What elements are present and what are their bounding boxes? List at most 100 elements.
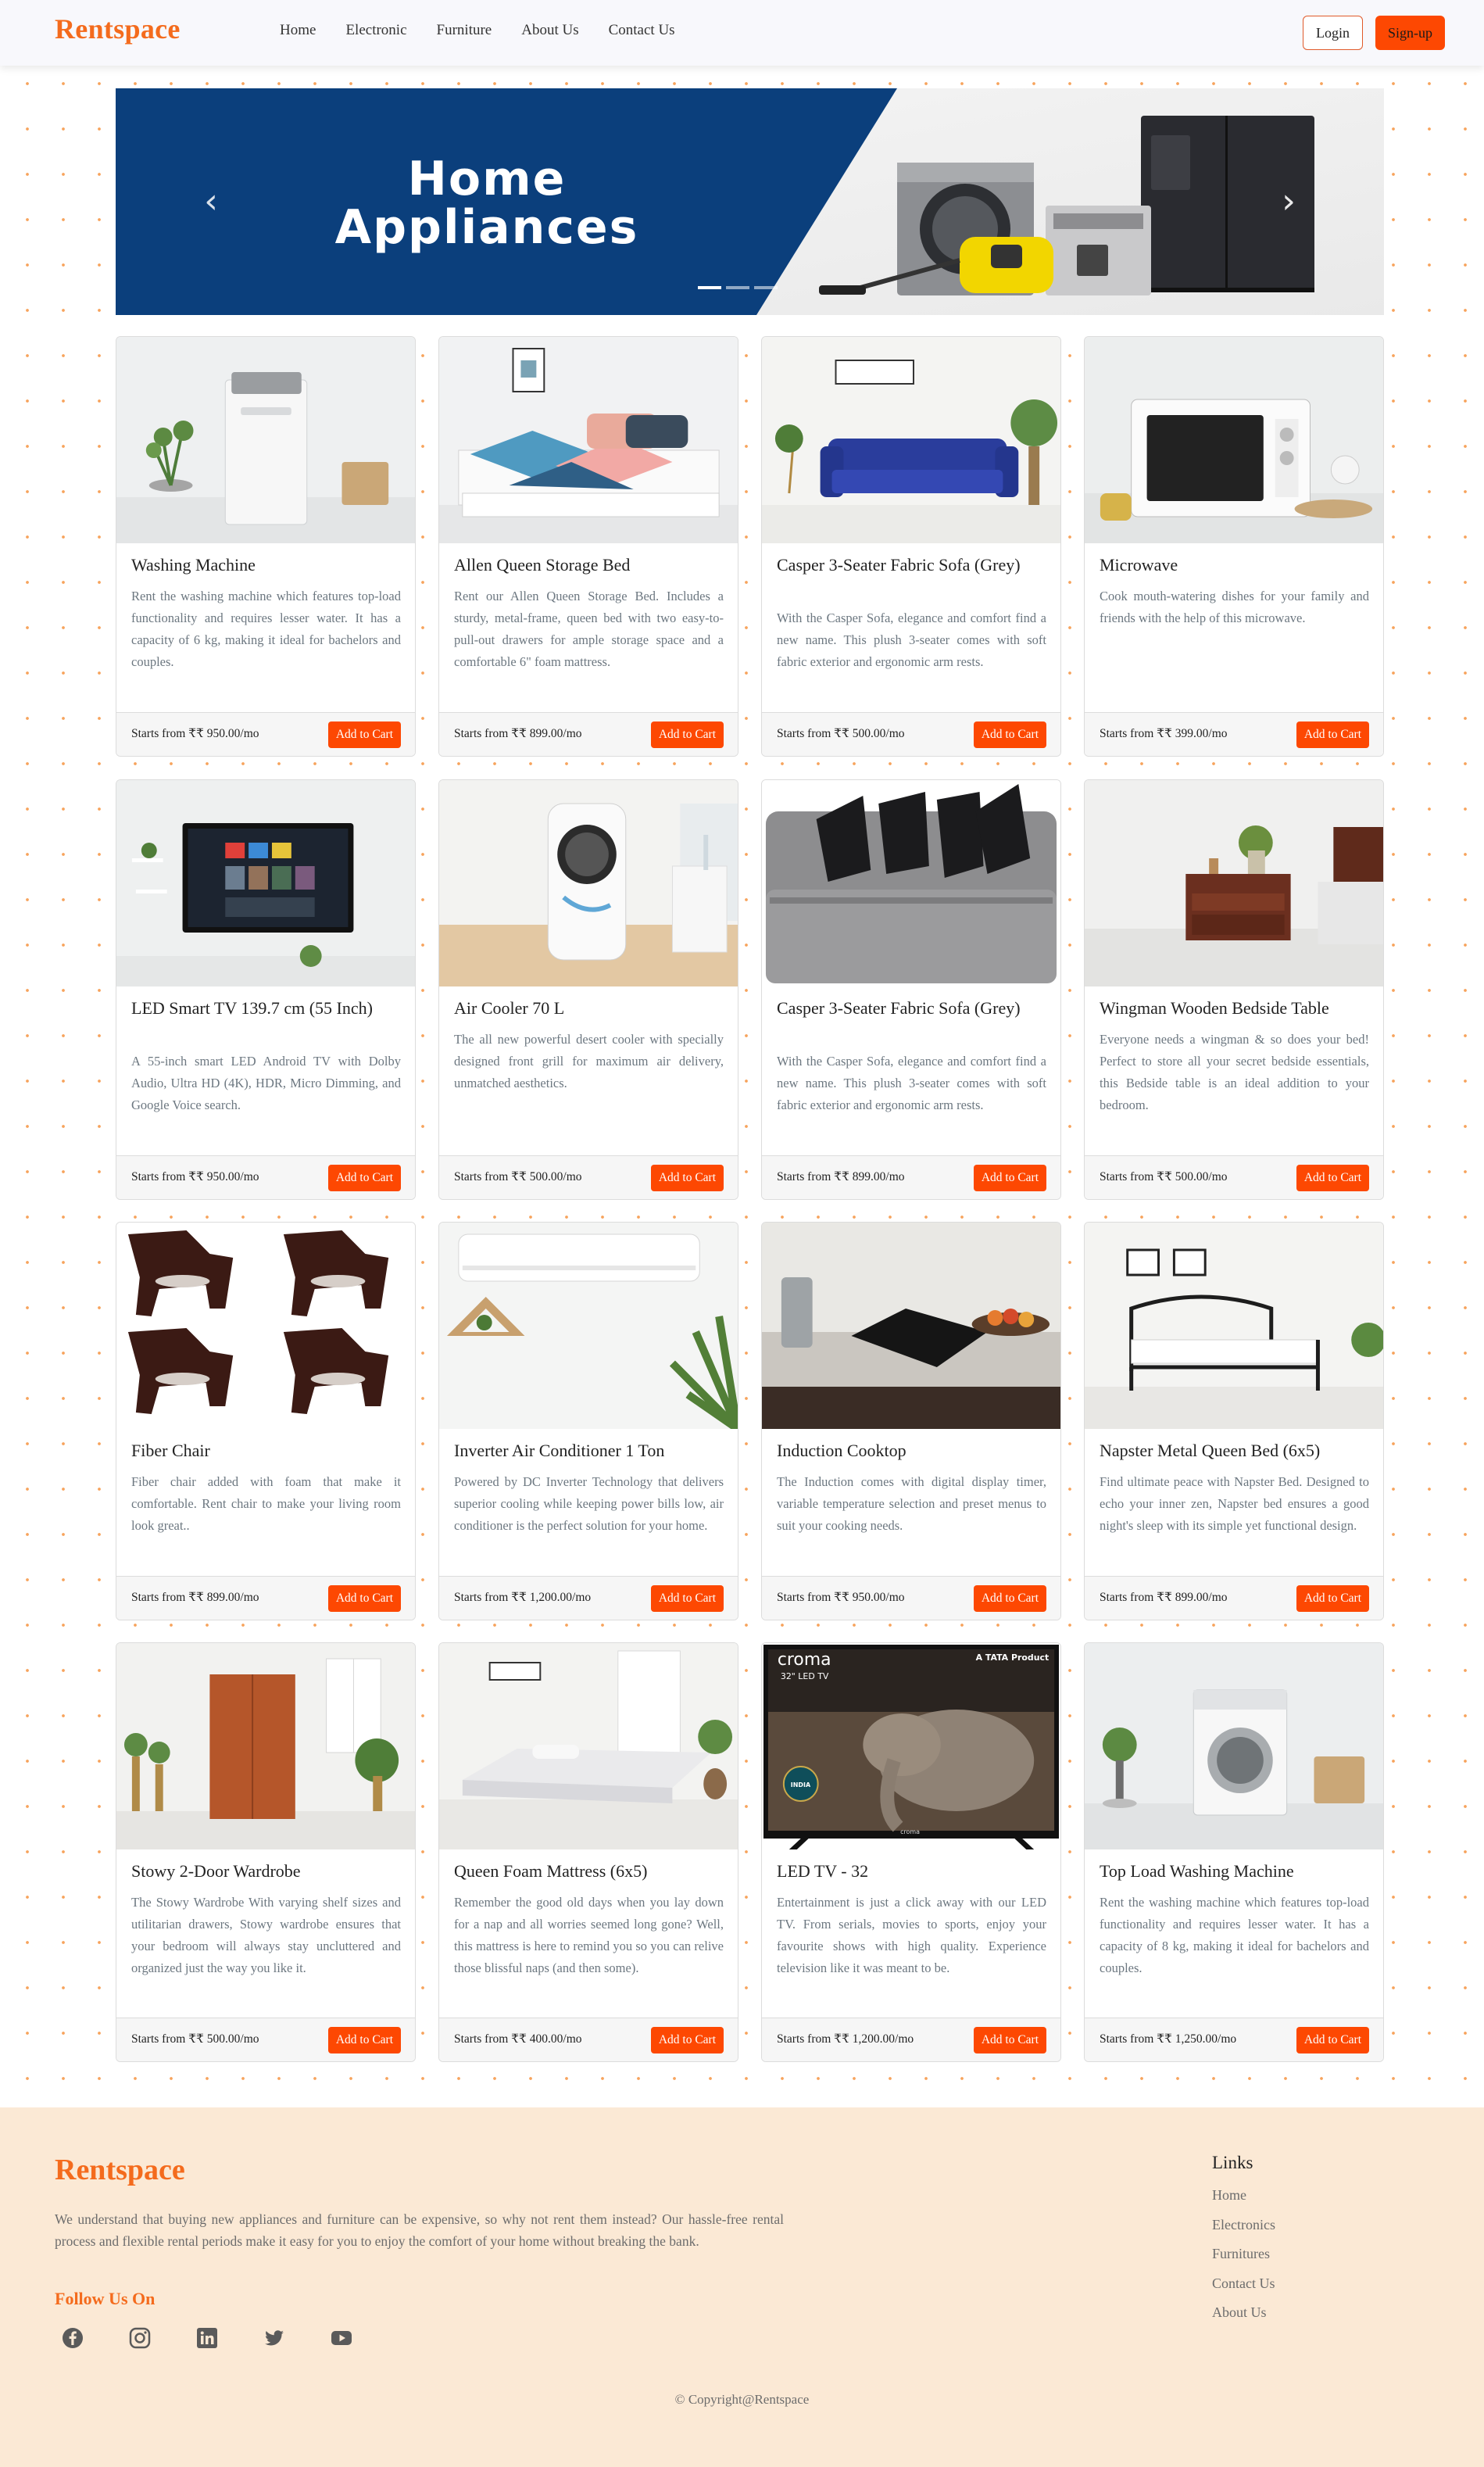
card-footer: Starts from ₹₹ 899.00/mo Add to Cart (439, 712, 738, 756)
product-image-mattress[interactable] (439, 1643, 738, 1849)
brand-logo[interactable]: Rentspace (55, 13, 181, 45)
login-button[interactable]: Login (1302, 16, 1363, 50)
product-title[interactable]: Microwave (1100, 554, 1369, 576)
card-footer: Starts from ₹₹ 399.00/mo Add to Cart (1085, 712, 1383, 756)
product-title[interactable]: Queen Foam Mattress (6x5) (454, 1860, 724, 1882)
social-links (61, 2326, 353, 2350)
footer-link-furnitures[interactable]: Furnitures (1212, 2240, 1275, 2269)
card-footer: Starts from ₹₹ 1,200.00/mo Add to Cart (762, 2018, 1060, 2061)
product-image-induction-cooktop[interactable] (762, 1223, 1060, 1429)
youtube-icon[interactable] (330, 2326, 353, 2350)
product-price: Starts from ₹₹ 1,200.00/mo (777, 2032, 914, 2046)
footer-follow-heading: Follow Us On (55, 2289, 156, 2308)
product-title[interactable]: Casper 3-Seater Fabric Sofa (Grey) (777, 997, 1046, 1019)
tv-badge-text: INDIA (791, 1781, 811, 1788)
add-to-cart-button[interactable]: Add to Cart (1296, 1165, 1369, 1191)
product-title[interactable]: Casper 3-Seater Fabric Sofa (Grey) (777, 554, 1046, 576)
carousel-indicator[interactable] (698, 286, 721, 289)
add-to-cart-button[interactable]: Add to Cart (1296, 2027, 1369, 2053)
product-image-washing-machine[interactable] (116, 337, 415, 543)
card-footer: Starts from ₹₹ 500.00/mo Add to Cart (116, 2018, 415, 2061)
nav-link-furniture[interactable]: Furniture (437, 22, 492, 39)
product-card: Allen Queen Storage Bed Rent our Allen Q… (438, 336, 738, 757)
instagram-icon[interactable] (128, 2326, 152, 2350)
product-image-wardrobe[interactable] (116, 1643, 415, 1849)
add-to-cart-button[interactable]: Add to Cart (1296, 1585, 1369, 1612)
add-to-cart-button[interactable]: Add to Cart (973, 721, 1046, 748)
product-description: With the Casper Sofa, elegance and comfo… (777, 610, 1046, 669)
product-image-microwave[interactable] (1085, 337, 1383, 543)
footer-link-about-us[interactable]: About Us (1212, 2298, 1275, 2328)
product-title[interactable]: Induction Cooktop (777, 1440, 1046, 1462)
carousel-indicator[interactable] (754, 286, 778, 289)
product-image-metal-bed[interactable] (1085, 1223, 1383, 1429)
add-to-cart-button[interactable]: Add to Cart (327, 2027, 401, 2053)
copyright-text: © Copyright@Rentspace (674, 2392, 810, 2407)
chevron-left-icon[interactable]: ‹ (195, 178, 227, 225)
add-to-cart-button[interactable]: Add to Cart (1296, 721, 1369, 748)
product-description: Find ultimate peace with Napster Bed. De… (1100, 1474, 1369, 1533)
product-image-fiber-chairs[interactable] (116, 1223, 415, 1429)
card-footer: Starts from ₹₹ 1,250.00/mo Add to Cart (1085, 2018, 1383, 2061)
nav-link-electronic[interactable]: Electronic (345, 22, 406, 39)
nav-link-contact-us[interactable]: Contact Us (609, 22, 675, 39)
product-title[interactable]: Allen Queen Storage Bed (454, 554, 724, 576)
product-image-led-tv[interactable]: croma 32" LED TV A TATA Product INDIA cr… (762, 1643, 1060, 1849)
product-title[interactable]: LED TV - 32 (777, 1860, 1046, 1882)
card-footer: Starts from ₹₹ 950.00/mo Add to Cart (116, 712, 415, 756)
add-to-cart-button[interactable]: Add to Cart (650, 2027, 724, 2053)
footer-link-electronics[interactable]: Electronics (1212, 2211, 1275, 2240)
add-to-cart-button[interactable]: Add to Cart (650, 721, 724, 748)
product-image-front-load-washer[interactable] (1085, 1643, 1383, 1849)
product-title[interactable]: Fiber Chair (131, 1440, 401, 1462)
card-footer: Starts from ₹₹ 899.00/mo Add to Cart (1085, 1576, 1383, 1620)
product-title[interactable]: Inverter Air Conditioner 1 Ton (454, 1440, 724, 1462)
add-to-cart-button[interactable]: Add to Cart (973, 1165, 1046, 1191)
add-to-cart-button[interactable]: Add to Cart (650, 1585, 724, 1612)
product-image-storage-bed[interactable] (439, 337, 738, 543)
product-image-smart-tv[interactable] (116, 780, 415, 986)
footer-link-contact-us[interactable]: Contact Us (1212, 2269, 1275, 2299)
add-to-cart-button[interactable]: Add to Cart (327, 721, 401, 748)
nav-link-home[interactable]: Home (280, 22, 316, 39)
add-to-cart-button[interactable]: Add to Cart (327, 1165, 401, 1191)
card-footer: Starts from ₹₹ 500.00/mo Add to Cart (439, 1155, 738, 1199)
product-price: Starts from ₹₹ 500.00/mo (131, 2032, 259, 2046)
product-image-grey-sofa[interactable] (762, 780, 1060, 986)
tv-tag-text: A TATA Product (976, 1652, 1050, 1663)
product-title[interactable]: Washing Machine (131, 554, 401, 576)
product-card: croma 32" LED TV A TATA Product INDIA cr… (761, 1642, 1061, 2062)
product-price: Starts from ₹₹ 899.00/mo (777, 1170, 905, 1183)
product-price: Starts from ₹₹ 399.00/mo (1100, 727, 1228, 740)
product-price: Starts from ₹₹ 1,200.00/mo (454, 1591, 592, 1604)
product-image-air-cooler[interactable] (439, 780, 738, 986)
product-title[interactable]: Top Load Washing Machine (1100, 1860, 1369, 1882)
product-image-blue-sofa[interactable] (762, 337, 1060, 543)
product-title[interactable]: Wingman Wooden Bedside Table (1100, 997, 1369, 1019)
carousel-indicator[interactable] (726, 286, 749, 289)
product-title[interactable]: Air Cooler 70 L (454, 997, 724, 1019)
chevron-right-icon[interactable]: › (1273, 178, 1304, 225)
nav-link-about-us[interactable]: About Us (521, 22, 578, 39)
add-to-cart-button[interactable]: Add to Cart (327, 1585, 401, 1612)
linkedin-icon[interactable] (195, 2326, 219, 2350)
product-description: The Stowy Wardrobe With varying shelf si… (131, 1895, 401, 1975)
product-title[interactable]: Stowy 2-Door Wardrobe (131, 1860, 401, 1882)
signup-button[interactable]: Sign-up (1375, 16, 1445, 50)
footer-link-home[interactable]: Home (1212, 2181, 1275, 2211)
product-price: Starts from ₹₹ 899.00/mo (1100, 1591, 1228, 1604)
product-image-air-conditioner[interactable] (439, 1223, 738, 1429)
add-to-cart-button[interactable]: Add to Cart (973, 2027, 1046, 2053)
product-title[interactable]: Napster Metal Queen Bed (6x5) (1100, 1440, 1369, 1462)
hero-carousel[interactable]: Home Appliances ‹ › (116, 88, 1384, 315)
product-price: Starts from ₹₹ 500.00/mo (1100, 1170, 1228, 1183)
product-card: Queen Foam Mattress (6x5) Remember the g… (438, 1642, 738, 2062)
navbar: Rentspace Home Electronic Furniture Abou… (0, 0, 1484, 66)
add-to-cart-button[interactable]: Add to Cart (973, 1585, 1046, 1612)
add-to-cart-button[interactable]: Add to Cart (650, 1165, 724, 1191)
footer-brand[interactable]: Rentspace (55, 2153, 185, 2187)
facebook-icon[interactable] (61, 2326, 84, 2350)
product-title[interactable]: LED Smart TV 139.7 cm (55 Inch) (131, 997, 401, 1019)
twitter-icon[interactable] (263, 2326, 286, 2350)
product-image-bedside-table[interactable] (1085, 780, 1383, 986)
